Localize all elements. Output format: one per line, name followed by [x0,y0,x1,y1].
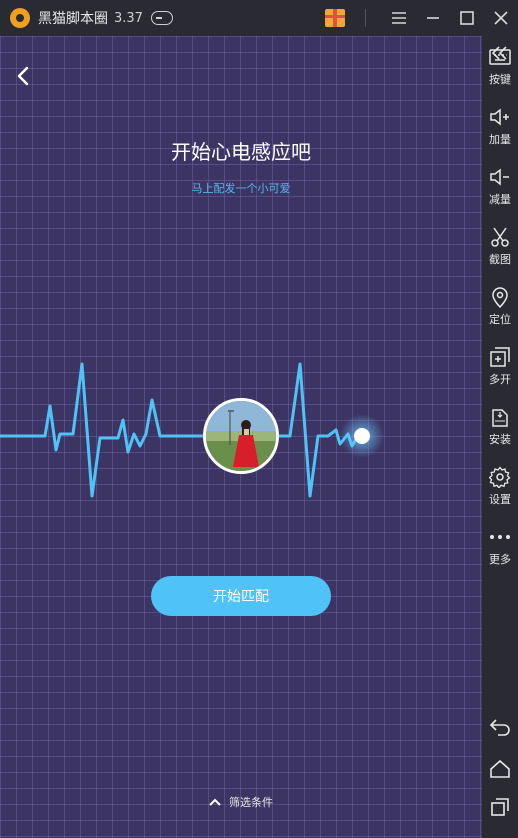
recent-apps-icon [489,796,511,818]
sidebar-item-label: 设置 [489,493,511,506]
back-button[interactable] [12,64,36,88]
more-dots-icon [489,526,511,548]
chevron-left-icon [17,66,29,86]
sidebar-item-screenshot[interactable]: 截图 [482,226,518,267]
filter-label: 筛选条件 [229,796,273,809]
menu-icon[interactable] [382,0,416,36]
avatar[interactable] [203,398,279,474]
chevron-up-icon [209,798,221,806]
app-logo-icon [10,8,30,28]
app-screen: 开始心电感应吧 马上配发一个小可爱 开始匹配 筛选条件 [0,36,482,838]
gift-icon[interactable] [325,9,345,27]
app-version: 3.37 [114,10,143,26]
sidebar-item-more[interactable]: 更多 [482,526,518,567]
sidebar-item-label: 安装 [489,433,511,446]
emulator-sidebar: 按键 加量 减量 截图 定位 多开 安装 设置 更多 [482,36,518,838]
sidebar-item-label: 多开 [489,373,511,386]
app-title: 黑猫脚本圈 [38,11,108,27]
sidebar-item-settings[interactable]: 设置 [482,466,518,507]
nav-recent-button[interactable] [482,796,518,818]
multi-window-icon [489,346,511,368]
nav-back-button[interactable] [482,716,518,738]
location-pin-icon [489,286,511,308]
sidebar-item-label: 加量 [489,133,511,146]
gear-icon [489,466,511,488]
sidebar-item-label: 更多 [489,553,511,566]
avatar-photo [206,401,276,471]
volume-up-icon [489,106,511,128]
back-icon [489,716,511,738]
titlebar-divider [365,9,366,27]
sidebar-item-multi-open[interactable]: 多开 [482,346,518,387]
start-match-button[interactable]: 开始匹配 [151,576,331,616]
keyboard-icon [489,46,511,68]
sidebar-item-volume-up[interactable]: 加量 [482,106,518,147]
sidebar-item-label: 定位 [489,313,511,326]
pulse-dot [354,428,370,444]
sidebar-item-keys[interactable]: 按键 [482,46,518,87]
gamepad-icon[interactable] [150,11,173,25]
maximize-icon[interactable] [450,0,484,36]
filter-toggle[interactable]: 筛选条件 [0,794,482,810]
sidebar-item-volume-down[interactable]: 减量 [482,166,518,207]
page-subtitle: 马上配发一个小可爱 [191,182,291,195]
page-title: 开始心电感应吧 [171,140,311,164]
sidebar-item-label: 减量 [489,193,511,206]
sidebar-item-install[interactable]: 安装 [482,406,518,447]
close-icon[interactable] [484,0,518,36]
home-icon [489,758,511,780]
minimize-icon[interactable] [416,0,450,36]
scissors-icon [489,226,511,248]
sidebar-item-label: 按键 [489,73,511,86]
apk-install-icon [489,406,511,428]
sidebar-item-label: 截图 [489,253,511,266]
volume-down-icon [489,166,511,188]
nav-home-button[interactable] [482,758,518,780]
sidebar-item-location[interactable]: 定位 [482,286,518,327]
window-titlebar: 黑猫脚本圈 3.37 [0,0,518,36]
